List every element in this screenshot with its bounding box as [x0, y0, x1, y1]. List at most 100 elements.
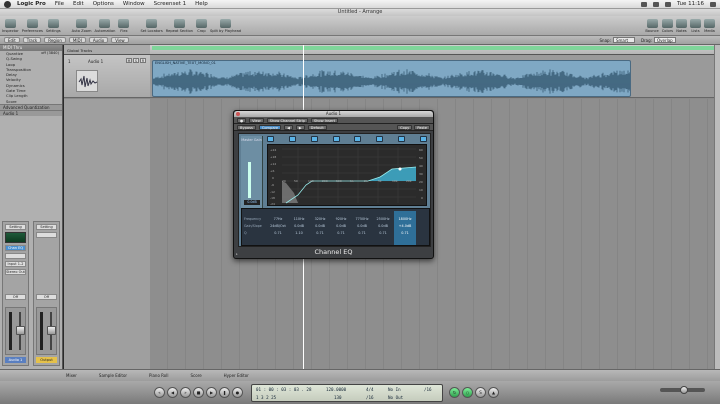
local-menu-edit[interactable]: Edit	[4, 37, 20, 43]
show-channel-strip-button[interactable]: Show Channel Strip	[266, 117, 308, 123]
transport-display[interactable]: 01 : 00 : 03 : 03 . 28 1 3 2 25 120.0000…	[251, 383, 443, 402]
volume-fader[interactable]	[16, 326, 25, 335]
menu-app[interactable]: Logic Pro	[17, 1, 46, 7]
band-toggle-bell4[interactable]	[376, 136, 384, 142]
lists-button[interactable]: Lists	[690, 19, 701, 33]
pause-icon[interactable]: ❚	[219, 387, 230, 398]
go-to-start-icon[interactable]: ◀	[167, 387, 178, 398]
band2-gain[interactable]: 0.0dB	[289, 224, 309, 228]
bypass-button[interactable]: Bypass	[237, 124, 256, 130]
track-header[interactable]: 1 Audio 1 M S R	[64, 55, 150, 98]
media-button[interactable]: Media	[704, 19, 715, 33]
audio-region[interactable]: ENGLISH_NATIVE_TEXT_MONO_01	[152, 60, 631, 97]
notes-button[interactable]: Notes	[676, 19, 687, 33]
master-gain-value[interactable]: 0.0dB	[244, 200, 260, 205]
setting-button[interactable]: Setting	[36, 224, 57, 230]
wifi-icon[interactable]	[653, 1, 659, 7]
fast-forward-icon[interactable]: »	[180, 387, 191, 398]
track-name[interactable]: Audio 1	[88, 59, 103, 64]
band2-frequency[interactable]: 110Hz	[289, 217, 309, 221]
paste-button[interactable]: Paste	[414, 124, 430, 130]
prev-setting-button[interactable]: ◀	[284, 124, 293, 130]
band5-gain[interactable]: 0.0dB	[352, 224, 372, 228]
view-menu[interactable]: View	[249, 117, 264, 123]
band7-frequency[interactable]: 1800Hz	[395, 217, 415, 221]
spotlight-icon[interactable]	[710, 1, 716, 7]
master-volume-slider[interactable]	[660, 386, 705, 394]
band1-frequency[interactable]: 77Hz	[268, 217, 288, 221]
band4-q[interactable]: 0.71	[331, 231, 351, 235]
insert-slot-chan-eq[interactable]: Chan EQ	[5, 245, 26, 251]
volume-fader[interactable]	[47, 326, 56, 335]
cycle-icon[interactable]: ↻	[449, 387, 460, 398]
metronome-icon[interactable]: ▲	[488, 387, 499, 398]
tab-sample-editor[interactable]: Sample Editor	[99, 373, 127, 378]
compare-button[interactable]: Compare	[258, 124, 282, 130]
close-icon[interactable]	[236, 112, 240, 116]
band-toggle-bell3[interactable]	[354, 136, 362, 142]
eq-graph[interactable]: +24 +18 +12 +6 0 -6 -12 -18 -24 60 50 40…	[267, 144, 427, 206]
next-setting-button[interactable]: ▶	[295, 124, 305, 130]
input-slot[interactable]: Input 1-2	[5, 261, 26, 267]
repeat-section-button[interactable]: Repeat Section	[166, 19, 193, 33]
automation-mode[interactable]: Off	[36, 294, 57, 300]
colors-button[interactable]: Colors	[662, 19, 673, 33]
band-toggle-lowshelf[interactable]	[288, 136, 296, 142]
cycle-range[interactable]	[152, 46, 717, 50]
replace-icon[interactable]: ○	[462, 387, 473, 398]
flex-button[interactable]: Flex	[118, 19, 130, 33]
master-gain-slider[interactable]	[248, 162, 251, 198]
tab-mixer[interactable]: Mixer	[66, 373, 77, 378]
channel-name[interactable]: Output	[36, 357, 57, 363]
local-menu-region[interactable]: Region	[44, 37, 66, 43]
rewind-icon[interactable]: «	[154, 387, 165, 398]
drag-select[interactable]: Overlap	[654, 37, 676, 43]
menu-screenset[interactable]: Screenset 1	[154, 1, 187, 7]
band-toggle-bell2[interactable]	[332, 136, 340, 142]
menu-window[interactable]: Window	[123, 1, 145, 7]
plugin-title-bar[interactable]: Audio 1	[234, 111, 433, 117]
menu-help[interactable]: Help	[195, 1, 208, 7]
local-menu-track[interactable]: Track	[22, 37, 42, 43]
global-tracks-header[interactable]: Global Tracks	[64, 45, 150, 55]
bar-ruler[interactable]	[150, 45, 717, 55]
band-toggle-highshelf[interactable]	[398, 136, 406, 142]
bounce-button[interactable]: Bounce	[645, 19, 659, 33]
band1-q[interactable]: 0.71	[268, 231, 288, 235]
setting-button[interactable]: Setting	[5, 224, 26, 230]
automation-mode[interactable]: Off	[5, 294, 26, 300]
band-toggle-lowcut[interactable]	[267, 136, 274, 142]
band1-gain[interactable]: 24dB/Oct	[268, 224, 288, 228]
mute-button[interactable]: M	[126, 58, 132, 63]
local-menu-audio[interactable]: Audio	[88, 37, 109, 43]
send-slot[interactable]	[5, 253, 26, 259]
tab-score[interactable]: Score	[190, 373, 201, 378]
volume-icon[interactable]	[665, 1, 671, 7]
eq-thumbnail[interactable]	[5, 232, 26, 243]
record-button[interactable]: R	[140, 58, 146, 63]
band6-frequency[interactable]: 2500Hz	[373, 217, 393, 221]
band2-q[interactable]: 1.10	[289, 231, 309, 235]
band-toggle-bell1[interactable]	[310, 136, 318, 142]
inspector-button[interactable]: Inspector	[2, 19, 19, 33]
vertical-scrollbar[interactable]	[714, 45, 720, 369]
band3-q[interactable]: 0.71	[310, 231, 330, 235]
snap-select[interactable]: Smart	[612, 37, 635, 43]
band6-q[interactable]: 0.71	[373, 231, 393, 235]
copy-button[interactable]: Copy	[397, 124, 413, 130]
menu-clock[interactable]: Tue 11:16	[677, 1, 704, 7]
auto-zoom-button[interactable]: Auto Zoom	[72, 19, 92, 33]
band5-frequency[interactable]: 7750Hz	[352, 217, 372, 221]
menu-file[interactable]: File	[55, 1, 64, 7]
channel-name[interactable]: Audio 1	[5, 357, 26, 363]
band6-gain[interactable]: 0.0dB	[373, 224, 393, 228]
preferences-button[interactable]: Preferences	[22, 19, 43, 33]
master-volume-knob[interactable]	[680, 386, 688, 394]
solo-icon[interactable]: S	[475, 387, 486, 398]
band7-q[interactable]: 0.71	[395, 231, 415, 235]
solo-button[interactable]: S	[133, 58, 139, 63]
show-insert-button[interactable]: Show Insert	[310, 117, 339, 123]
settings-menu[interactable]: Default	[307, 124, 327, 130]
menu-options[interactable]: Options	[93, 1, 114, 7]
tab-piano-roll[interactable]: Piano Roll	[149, 373, 168, 378]
